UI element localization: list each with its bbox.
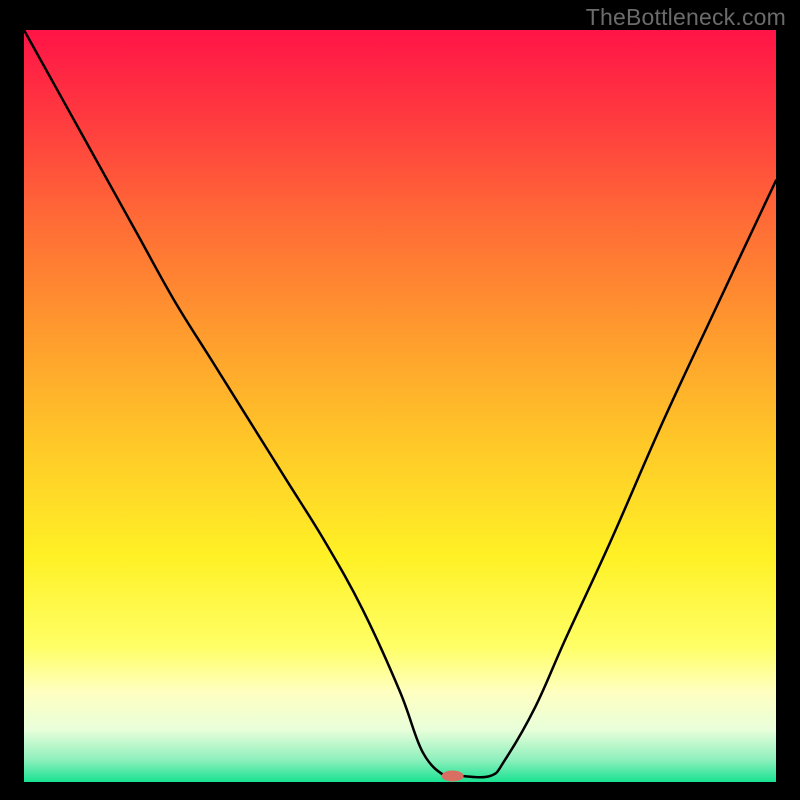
chart-svg	[24, 30, 776, 782]
gradient-background	[24, 30, 776, 782]
optimal-marker	[442, 770, 464, 781]
watermark-text: TheBottleneck.com	[586, 4, 786, 31]
plot-area	[24, 30, 776, 782]
chart-frame: TheBottleneck.com	[0, 0, 800, 800]
